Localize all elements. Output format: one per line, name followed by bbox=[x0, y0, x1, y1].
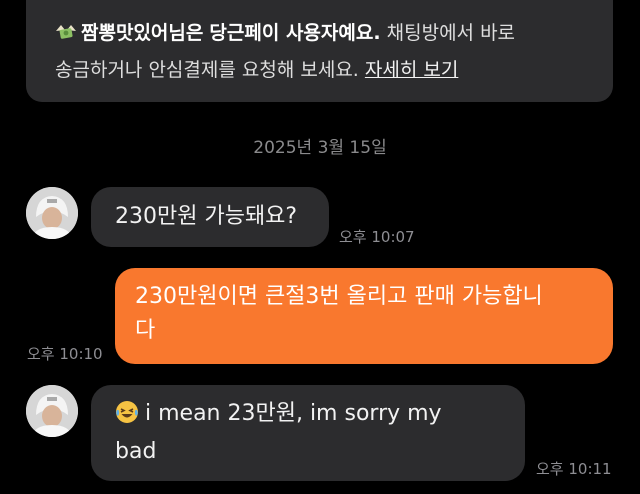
message-text: 230만원 가능돼요? bbox=[115, 204, 298, 229]
avatar[interactable] bbox=[26, 385, 78, 437]
money-wings-icon bbox=[55, 19, 77, 53]
message-text-line-1: 230만원이면 큰절3번 올리고 판매 가능합니 bbox=[135, 284, 543, 309]
message-text-line-1: i mean 23만원, im sorry my bbox=[115, 397, 525, 435]
laughing-tears-icon bbox=[115, 400, 139, 435]
avatar[interactable] bbox=[26, 187, 78, 239]
karrot-pay-notice: 짬뽕맛있어님은 당근페이 사용자예요. 채팅방에서 바로 송금하거나 안심결제를… bbox=[26, 0, 613, 102]
notice-text-2: 송금하거나 안심결제를 요청해 보세요. bbox=[55, 59, 359, 81]
date-divider: 2025년 3월 15일 bbox=[253, 138, 387, 158]
incoming-message-bubble[interactable]: 230만원 가능돼요? bbox=[91, 187, 329, 247]
outgoing-message-bubble[interactable]: 230만원이면 큰절3번 올리고 판매 가능합니 다 bbox=[115, 268, 613, 364]
see-details-link[interactable]: 자세히 보기 bbox=[365, 59, 458, 81]
message-text-line-2: 다 bbox=[135, 318, 156, 343]
message-time: 오후 10:10 bbox=[27, 345, 103, 363]
incoming-message-bubble[interactable]: i mean 23만원, im sorry my bad bbox=[91, 385, 525, 481]
message-time: 오후 10:07 bbox=[339, 228, 415, 246]
message-text-line-2: bad bbox=[115, 439, 157, 464]
notice-line-2: 송금하거나 안심결제를 요청해 보세요. 자세히 보기 bbox=[55, 53, 583, 87]
notice-line-1: 짬뽕맛있어님은 당근페이 사용자예요. 채팅방에서 바로 bbox=[55, 16, 583, 53]
seller-name: 짬뽕맛있어님은 bbox=[81, 22, 204, 44]
message-text: i mean 23만원, im sorry my bbox=[145, 401, 442, 426]
notice-text-1: 채팅방에서 바로 bbox=[386, 22, 516, 44]
message-time: 오후 10:11 bbox=[536, 460, 612, 478]
pay-user-text: 당근페이 사용자예요. bbox=[209, 22, 381, 44]
